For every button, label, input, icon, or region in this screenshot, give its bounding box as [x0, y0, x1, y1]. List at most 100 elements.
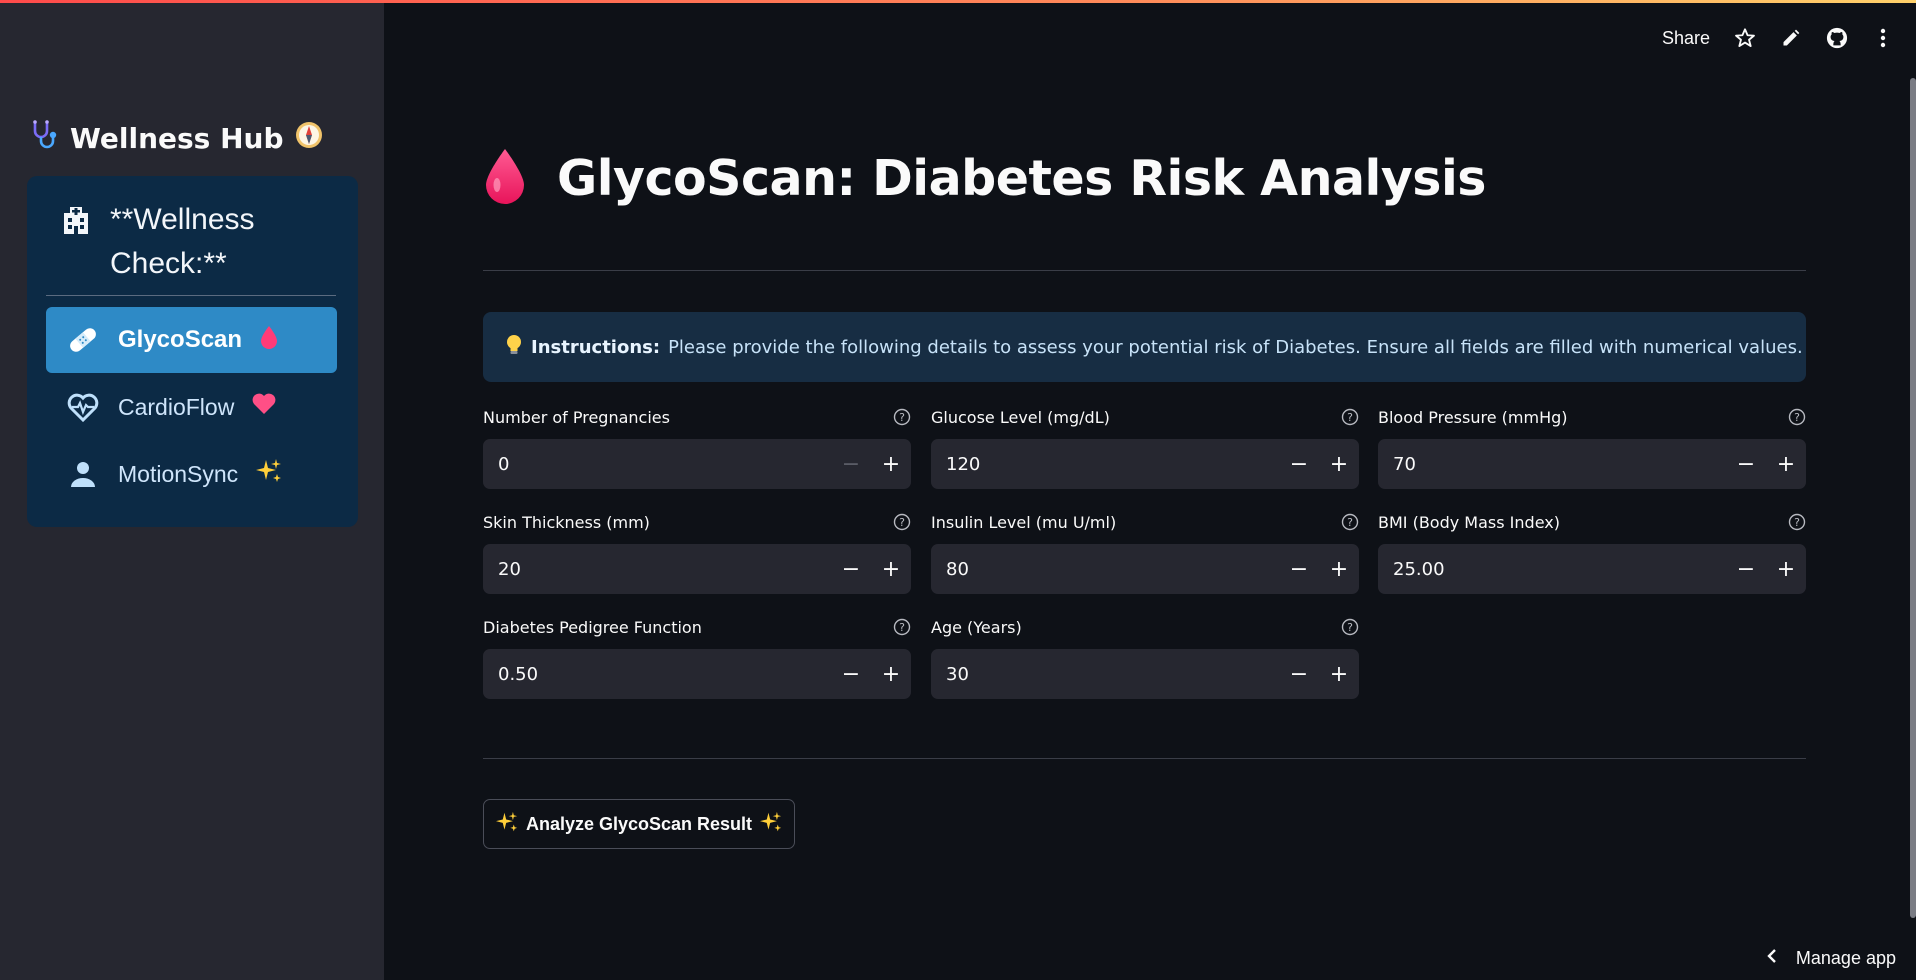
- increment-button[interactable]: +: [1766, 544, 1806, 594]
- title-divider: [483, 270, 1806, 271]
- svg-text:?: ?: [1347, 411, 1353, 424]
- increment-button[interactable]: +: [1319, 439, 1359, 489]
- sparkles-icon: [256, 458, 282, 490]
- increment-button[interactable]: +: [1319, 649, 1359, 699]
- blood-drop-icon: [260, 325, 278, 356]
- skin-thickness-field: Skin Thickness (mm)? 20 − +: [483, 510, 911, 594]
- svg-text:?: ?: [1347, 516, 1353, 529]
- input-value[interactable]: 80: [931, 559, 1279, 580]
- age-field: Age (Years)? 30 − +: [931, 615, 1359, 699]
- chevron-left-icon: [1766, 948, 1778, 969]
- nav-item-label: MotionSync: [118, 460, 239, 487]
- nav-item-cardioflow[interactable]: CardioFlow: [46, 374, 337, 440]
- increment-button[interactable]: +: [1319, 544, 1359, 594]
- menu-divider: [46, 295, 336, 296]
- decrement-button[interactable]: −: [831, 439, 871, 489]
- hospital-icon: [60, 204, 92, 240]
- field-label: Blood Pressure (mmHg): [1378, 407, 1568, 427]
- field-label: Glucose Level (mg/dL): [931, 407, 1110, 427]
- input-value[interactable]: 25.00: [1378, 559, 1726, 580]
- sidebar-title-text: Wellness Hub: [70, 121, 284, 155]
- page-title-text: GlycoScan: Diabetes Risk Analysis: [557, 149, 1486, 207]
- bandage-icon: [66, 323, 100, 357]
- nav-item-label: CardioFlow: [118, 393, 235, 420]
- sparkles-icon: [760, 811, 782, 838]
- input-value[interactable]: 120: [931, 454, 1279, 475]
- pedigree-field: Diabetes Pedigree Function? 0.50 − +: [483, 615, 911, 699]
- decrement-button[interactable]: −: [1726, 439, 1766, 489]
- nav-item-label: GlycoScan: [118, 326, 243, 353]
- sidebar-title: Wellness Hub: [28, 118, 324, 158]
- svg-text:?: ?: [899, 411, 905, 424]
- input-value[interactable]: 0: [483, 454, 831, 475]
- decrement-button[interactable]: −: [831, 544, 871, 594]
- decrement-button[interactable]: −: [1279, 649, 1319, 699]
- field-label: Age (Years): [931, 617, 1022, 637]
- form-divider: [483, 758, 1806, 759]
- field-label: Skin Thickness (mm): [483, 512, 650, 532]
- insulin-input[interactable]: 80 − +: [931, 544, 1359, 594]
- glucose-input[interactable]: 120 − +: [931, 439, 1359, 489]
- menu-header: **Wellness Check:**: [60, 198, 345, 286]
- more-vert-icon[interactable]: [1872, 27, 1894, 49]
- bmi-field: BMI (Body Mass Index)? 25.00 − +: [1378, 510, 1806, 594]
- input-value[interactable]: 0.50: [483, 664, 831, 685]
- decrement-button[interactable]: −: [1279, 439, 1319, 489]
- analyze-button[interactable]: Analyze GlycoScan Result: [483, 799, 795, 849]
- help-icon[interactable]: ?: [1788, 408, 1806, 426]
- blood-drop-icon: [483, 147, 527, 209]
- increment-button[interactable]: +: [871, 439, 911, 489]
- github-icon[interactable]: [1826, 27, 1848, 49]
- blood-pressure-input[interactable]: 70 − +: [1378, 439, 1806, 489]
- svg-text:?: ?: [1794, 411, 1800, 424]
- field-label: Insulin Level (mu U/ml): [931, 512, 1117, 532]
- help-icon[interactable]: ?: [1341, 513, 1359, 531]
- pedigree-input[interactable]: 0.50 − +: [483, 649, 911, 699]
- decrement-button[interactable]: −: [831, 649, 871, 699]
- field-label: Number of Pregnancies: [483, 407, 670, 427]
- help-icon[interactable]: ?: [1341, 408, 1359, 426]
- input-value[interactable]: 30: [931, 664, 1279, 685]
- wellness-menu: **Wellness Check:** GlycoScan CardioFlow…: [27, 176, 358, 527]
- skin-thickness-input[interactable]: 20 − +: [483, 544, 911, 594]
- person-icon: [66, 460, 100, 488]
- age-input[interactable]: 30 − +: [931, 649, 1359, 699]
- input-value[interactable]: 70: [1378, 454, 1726, 475]
- manage-app-button[interactable]: Manage app: [1766, 944, 1896, 972]
- manage-app-label: Manage app: [1795, 947, 1896, 968]
- instructions-label: Instructions:: [531, 336, 661, 358]
- pregnancies-input[interactable]: 0 − +: [483, 439, 911, 489]
- field-label: Diabetes Pedigree Function: [483, 617, 702, 637]
- help-icon[interactable]: ?: [893, 513, 911, 531]
- help-icon[interactable]: ?: [1788, 513, 1806, 531]
- increment-button[interactable]: +: [871, 544, 911, 594]
- nav-item-motionsync[interactable]: MotionSync: [46, 441, 337, 507]
- increment-button[interactable]: +: [871, 649, 911, 699]
- input-value[interactable]: 20: [483, 559, 831, 580]
- top-decoration-bar: [0, 0, 1916, 3]
- decrement-button[interactable]: −: [1279, 544, 1319, 594]
- help-icon[interactable]: ?: [893, 618, 911, 636]
- page-scrollbar[interactable]: [1910, 78, 1916, 918]
- increment-button[interactable]: +: [1766, 439, 1806, 489]
- main-content: GlycoScan: Diabetes Risk Analysis Instru…: [483, 0, 1806, 980]
- heart-icon: [252, 393, 276, 421]
- svg-text:?: ?: [1347, 621, 1353, 634]
- glucose-field: Glucose Level (mg/dL)? 120 − +: [931, 405, 1359, 489]
- help-icon[interactable]: ?: [893, 408, 911, 426]
- help-icon[interactable]: ?: [1341, 618, 1359, 636]
- svg-text:?: ?: [1794, 516, 1800, 529]
- blood-pressure-field: Blood Pressure (mmHg)? 70 − +: [1378, 405, 1806, 489]
- nav-item-glycoscan[interactable]: GlycoScan: [46, 307, 337, 373]
- bmi-input[interactable]: 25.00 − +: [1378, 544, 1806, 594]
- field-label: BMI (Body Mass Index): [1378, 512, 1560, 532]
- instructions-text: Please provide the following details to …: [668, 336, 1803, 358]
- sidebar: Wellness Hub **Wellness Check:** GlycoSc…: [0, 0, 384, 980]
- pregnancies-field: Number of Pregnancies? 0 − +: [483, 405, 911, 489]
- analyze-button-label: Analyze GlycoScan Result: [525, 813, 753, 834]
- decrement-button[interactable]: −: [1726, 544, 1766, 594]
- stethoscope-icon: [28, 119, 60, 158]
- menu-header-text: **Wellness Check:**: [110, 203, 255, 280]
- compass-icon: [294, 120, 324, 157]
- svg-text:?: ?: [899, 621, 905, 634]
